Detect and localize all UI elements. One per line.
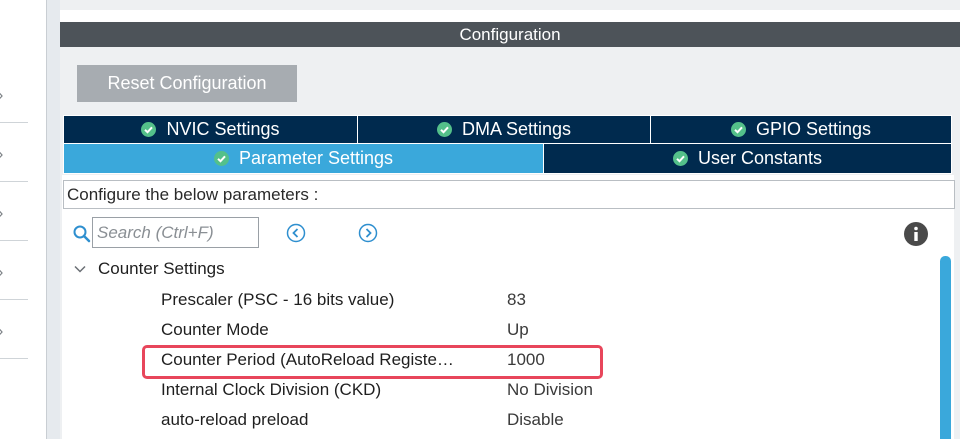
param-name-counter-mode[interactable]: Counter Mode	[161, 320, 269, 340]
counter-settings-group[interactable]: Counter Settings	[72, 259, 225, 279]
check-circle-icon	[141, 122, 157, 137]
param-name-prescaler[interactable]: Prescaler (PSC - 16 bits value)	[161, 290, 394, 310]
chevron-right-icon: ›	[0, 147, 3, 163]
configuration-header: Configuration	[60, 22, 960, 47]
left-list-item[interactable]: ›	[0, 182, 28, 241]
tab-label: DMA Settings	[461, 119, 572, 139]
configure-text: Configure the below parameters :	[67, 184, 319, 204]
tab-user-constants[interactable]: User Constants	[543, 143, 952, 174]
check-circle-icon	[672, 151, 688, 166]
vertical-scrollbar[interactable]	[940, 256, 951, 439]
tab-label: User Constants	[697, 148, 823, 168]
param-name-auto-reload-preload[interactable]: auto-reload preload	[161, 410, 308, 430]
tab-label: Parameter Settings	[238, 148, 394, 168]
top-separator	[60, 10, 960, 22]
reset-configuration-button[interactable]: Reset Configuration	[77, 65, 297, 102]
chevron-right-icon: ›	[0, 324, 3, 340]
configuration-title: Configuration	[459, 24, 561, 44]
next-match-icon[interactable]	[358, 223, 378, 243]
left-list-item[interactable]: ›	[0, 64, 28, 123]
info-icon[interactable]	[903, 221, 929, 247]
chevron-right-icon: ›	[0, 88, 3, 104]
check-circle-icon	[436, 122, 452, 137]
configure-hint: Configure the below parameters :	[63, 180, 955, 209]
chevron-right-icon: ›	[0, 206, 3, 222]
check-circle-icon	[730, 122, 746, 137]
divider	[46, 0, 47, 439]
check-circle-icon	[213, 151, 229, 166]
param-value-counter-mode[interactable]: Up	[507, 320, 529, 340]
search-input[interactable]	[92, 217, 259, 248]
left-list-item[interactable]: ›	[0, 300, 28, 359]
tab-gpio-settings[interactable]: GPIO Settings	[650, 115, 952, 144]
tab-label: GPIO Settings	[755, 119, 872, 139]
param-value-auto-reload-preload[interactable]: Disable	[507, 410, 564, 430]
param-value-clock-division[interactable]: No Division	[507, 380, 593, 400]
search-icon	[73, 225, 91, 243]
left-strip: › › › › ›	[0, 0, 46, 439]
left-list-item[interactable]: ›	[0, 123, 28, 182]
splitter[interactable]	[46, 0, 60, 439]
tab-nvic-settings[interactable]: NVIC Settings	[63, 115, 358, 144]
param-name-clock-division[interactable]: Internal Clock Division (CKD)	[161, 380, 381, 400]
previous-match-icon[interactable]	[286, 223, 306, 243]
param-value-prescaler[interactable]: 83	[507, 290, 526, 310]
highlight-box	[142, 345, 603, 379]
chevron-down-icon	[74, 265, 86, 273]
group-label: Counter Settings	[98, 259, 225, 278]
chevron-right-icon: ›	[0, 265, 3, 281]
tab-parameter-settings[interactable]: Parameter Settings	[63, 143, 544, 174]
tab-dma-settings[interactable]: DMA Settings	[357, 115, 651, 144]
top-band	[60, 0, 960, 10]
tab-label: NVIC Settings	[166, 119, 280, 139]
left-list-item[interactable]: ›	[0, 241, 28, 300]
